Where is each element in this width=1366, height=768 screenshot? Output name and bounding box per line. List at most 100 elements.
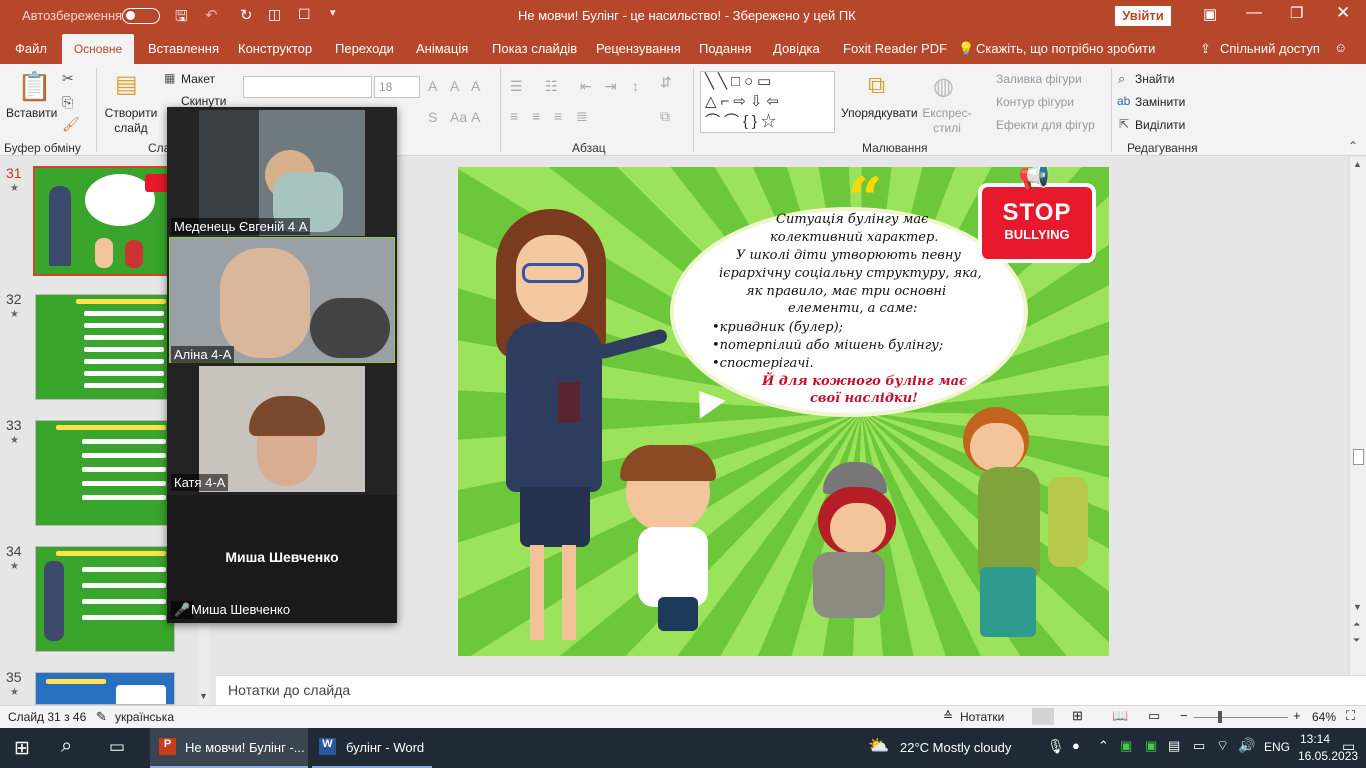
zoom-level[interactable]: 64% [1312,710,1336,724]
reading-view-icon[interactable]: 📖 [1112,708,1128,724]
customize-toolbar-icon[interactable]: ▾ [330,6,336,19]
align-right-icon[interactable]: ≡ [554,108,562,124]
notes-button[interactable]: Нотатки [960,710,1004,724]
new-slide-button[interactable]: Створити слайд [103,106,159,136]
shrink-font-icon[interactable]: A [450,78,459,94]
scroll-down-icon[interactable]: ▼ [1353,602,1362,612]
spellcheck-icon[interactable]: ✎ [96,709,107,725]
paste-icon[interactable]: 📋 [17,70,52,103]
paste-button[interactable]: Вставити [6,106,57,120]
tab-foxit[interactable]: Foxit Reader PDF [843,41,947,56]
ribbon-display-icon[interactable]: ▣ [1203,5,1217,23]
scroll-up-icon[interactable]: ▲ [1353,159,1362,169]
tab-help[interactable]: Довідка [773,41,820,56]
tab-file[interactable]: Файл [15,41,47,56]
microphone-icon[interactable]: 🎙 [1047,738,1065,755]
slide-thumbnail[interactable] [35,546,175,652]
layout-button[interactable]: Макет [181,72,215,86]
grow-font-icon[interactable]: A [428,78,437,94]
zoom-in-icon[interactable]: + [1293,708,1301,723]
save-icon[interactable]: 🖫 [175,6,188,31]
tab-view[interactable]: Подання [699,41,752,56]
collapse-ribbon-icon[interactable]: ⌃ [1348,139,1358,153]
zoom-app-icon[interactable]: ● [1072,738,1080,753]
task-view-icon[interactable]: ▭ [109,737,125,757]
smile-icon[interactable]: ☺ [1334,40,1347,55]
tab-review[interactable]: Рецензування [596,41,681,56]
search-icon[interactable]: ⌕ [61,735,72,758]
network-icon[interactable]: ▭ [1193,738,1205,754]
tab-home[interactable]: Основне [62,34,134,64]
format-painter-icon[interactable]: 🖌 [62,116,80,133]
redo-icon[interactable]: ↻ [240,6,253,24]
taskbar-app-powerpoint[interactable]: P Не мовчи! Булінг -... [150,728,308,768]
align-left-icon[interactable]: ≡ [510,108,518,124]
zoom-out-icon[interactable]: − [1180,708,1188,723]
cut-icon[interactable]: ✂ [62,70,74,87]
decrease-indent-icon[interactable]: ⇤ [580,78,592,95]
weather-text[interactable]: 22°C Mostly cloudy [900,740,1011,755]
reset-button[interactable]: Скинути [181,94,226,108]
font-color-icon[interactable]: A [471,109,480,125]
fit-slide-icon[interactable]: ⛶ [1346,708,1355,724]
volume-icon[interactable]: 🔊 [1238,737,1255,754]
share-button[interactable]: Спільний доступ [1220,41,1320,56]
touch-mode-icon[interactable]: ☐ [298,6,311,23]
tray-app-icon[interactable]: ▣ [1145,738,1157,754]
tab-slideshow[interactable]: Показ слайдів [492,41,577,56]
undo-icon[interactable]: ↶ [205,6,218,24]
replace-button[interactable]: Замінити [1135,95,1185,109]
justify-icon[interactable]: ≣ [576,108,588,125]
text-direction-icon[interactable]: ⇵ [660,74,672,91]
clear-format-icon[interactable]: A [471,78,480,94]
increase-indent-icon[interactable]: ⇥ [605,78,617,95]
copy-icon[interactable]: ⎘ [62,94,73,111]
tab-design[interactable]: Конструктор [238,41,312,56]
text-shadow-icon[interactable]: S [428,109,437,125]
slide-thumbnail[interactable] [35,294,175,400]
close-icon[interactable]: ✕ [1336,3,1350,23]
windows-start-icon[interactable]: ⊞ [14,737,30,760]
select-button[interactable]: Виділити [1135,118,1185,132]
wifi-icon[interactable]: ⌔ [1216,737,1229,755]
find-button[interactable]: Знайти [1135,72,1174,86]
quick-styles-icon[interactable]: ◍ [933,72,954,101]
sorter-view-icon[interactable]: ⊞ [1072,708,1083,724]
shape-outline-button[interactable]: Контур фігури [996,95,1074,109]
scroll-down-icon[interactable]: ▼ [199,691,208,701]
line-spacing-icon[interactable]: ↕ [632,78,639,94]
zoom-slider[interactable] [1194,717,1288,718]
slide-thumbnail[interactable] [33,166,177,276]
align-center-icon[interactable]: ≡ [532,108,540,124]
shape-effects-button[interactable]: Ефекти для фігур [996,118,1095,132]
font-size-input[interactable]: 18 [374,76,420,98]
scroll-thumb[interactable] [1353,449,1364,465]
shape-fill-button[interactable]: Заливка фігури [996,72,1082,86]
language-indicator[interactable]: ENG [1264,740,1290,754]
slide-thumbnail[interactable] [35,672,175,705]
sign-in-button[interactable]: Увійти [1115,6,1171,26]
slideshow-view-icon[interactable]: ▭ [1148,708,1160,724]
bullets-icon[interactable]: ☰ [510,78,523,95]
arrange-button[interactable]: Упорядкувати [841,106,918,120]
video-tile-active[interactable] [169,237,395,363]
arrange-icon[interactable]: ⧉ [868,72,885,100]
change-case-icon[interactable]: Aa [450,109,467,125]
slide-scrollbar[interactable]: ▲ ▼ ⏶ ⏷ [1349,157,1366,675]
next-slide-icon[interactable]: ⏷ [1353,635,1360,646]
clock-time[interactable]: 13:14 [1300,732,1330,746]
autosave-toggle[interactable] [122,8,160,24]
notifications-icon[interactable]: ▭ [1342,738,1355,755]
slide-canvas[interactable]: “ Ситуація булінгу має колективний харак… [458,167,1109,656]
numbering-icon[interactable]: ☷ [545,78,558,95]
tab-insert[interactable]: Вставлення [148,41,219,56]
quick-styles-button[interactable]: Експрес-стилі [922,106,972,136]
tray-app-icon[interactable]: ▤ [1168,738,1180,754]
notes-pane[interactable]: Нотатки до слайда [216,675,1366,705]
tab-animations[interactable]: Анімація [416,41,468,56]
new-slide-icon[interactable]: ▤ [115,70,138,99]
minimize-icon[interactable]: — [1246,4,1262,22]
smartart-icon[interactable]: ⧉ [660,108,670,125]
shapes-gallery[interactable]: ╲╲□○▭ △⌐⇨⇩⇦ ⌒⌒{}☆ [700,71,835,133]
tray-up-icon[interactable]: ⌃ [1098,738,1109,754]
